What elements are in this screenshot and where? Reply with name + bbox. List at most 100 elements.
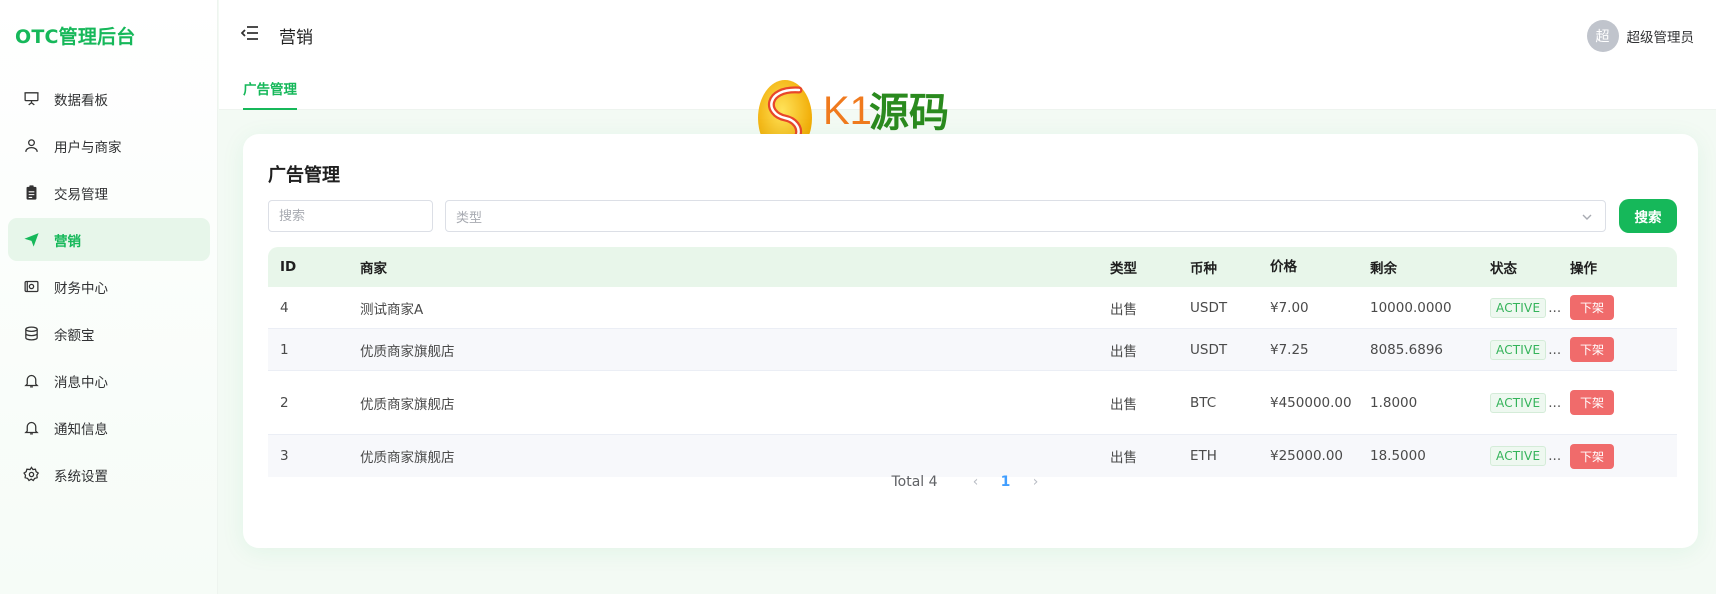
tab-ad-management[interactable]: 广告管理 — [243, 78, 297, 110]
tab-bar: 广告管理 — [219, 68, 1716, 110]
search-button[interactable]: 搜索 — [1619, 199, 1677, 233]
delist-button[interactable]: 下架 — [1570, 443, 1615, 469]
column-header-status[interactable]: 状态 — [1478, 257, 1558, 277]
column-header-merchant[interactable]: 商家 — [348, 257, 1098, 277]
cell-action: 下架 — [1558, 443, 1668, 469]
cell-coin: USDT — [1190, 341, 1228, 358]
cell-action: 下架 — [1558, 390, 1668, 415]
cell-remaining: 1.8000 — [1370, 394, 1418, 411]
cell-id: 3 — [280, 448, 289, 464]
status-badge: ACTIVE — [1490, 339, 1547, 360]
delist-button[interactable]: 下架 — [1570, 295, 1615, 320]
type-select[interactable]: 类型 — [445, 200, 1606, 232]
user-menu[interactable]: 超 超级管理员 — [1586, 20, 1695, 52]
pagination-page-current[interactable]: 1 — [990, 474, 1022, 490]
cell-type: 出售 — [1110, 396, 1137, 413]
clipboard-icon — [22, 184, 40, 202]
sidebar-item-label: 余额宝 — [54, 327, 95, 344]
cell-merchant: 优质商家旗舰店 — [360, 343, 455, 360]
cell-price: ¥25000.00 — [1270, 448, 1344, 464]
search-input[interactable] — [268, 200, 433, 232]
cell-id: 1 — [280, 341, 289, 358]
cell-type: 出售 — [1110, 450, 1137, 466]
user-icon — [22, 137, 40, 155]
sidebar-item-label: 用户与商家 — [54, 139, 122, 156]
watermark-text: K1 — [823, 89, 872, 133]
cell-remaining: 8085.6896 — [1370, 341, 1444, 358]
cell-action: 下架 — [1558, 295, 1668, 320]
watermark-text: 源码 — [869, 90, 949, 136]
user-name[interactable]: 超级管理员 — [1627, 26, 1695, 46]
cell-remaining: 10000.0000 — [1370, 299, 1452, 316]
cell-status: ACTIVE... — [1478, 297, 1561, 318]
table-header: ID 商家 类型 币种 价格 剩余 状态 操作 — [268, 247, 1677, 287]
table-row[interactable]: 4 测试商家A 出售 USDT ¥7.00 10000.0000 ACTIVE.… — [268, 287, 1677, 329]
sidebar-item-label: 营销 — [54, 233, 81, 250]
column-header-type[interactable]: 类型 — [1098, 257, 1178, 277]
column-header-id[interactable]: ID — [268, 259, 348, 275]
sidebar-item-label: 财务中心 — [54, 280, 108, 297]
type-select-placeholder: 类型 — [456, 210, 483, 226]
sidebar-item-yuebao[interactable]: 余额宝 — [8, 312, 210, 355]
cell-id: 2 — [280, 394, 289, 411]
brand-title: OTC管理后台 — [15, 26, 136, 48]
delist-button[interactable]: 下架 — [1570, 337, 1615, 362]
sidebar-item-finance[interactable]: 财务中心 — [8, 265, 210, 308]
coins-icon — [22, 325, 40, 343]
cell-status: ACTIVE... — [1478, 392, 1561, 413]
ad-table: ID 商家 类型 币种 价格 剩余 状态 操作 4 测试商家A 出售 USDT … — [268, 247, 1677, 477]
cell-id: 4 — [280, 299, 289, 316]
cell-status: ACTIVE... — [1478, 339, 1561, 360]
page-title: 营销 — [279, 28, 313, 48]
top-header: 营销 超 超级管理员 — [219, 0, 1716, 68]
status-badge: ACTIVE — [1490, 392, 1547, 413]
prev-page-icon[interactable]: ‹ — [962, 474, 990, 490]
sidebar: OTC管理后台 数据看板 用户与商家 交易管理 营销 财务中心 余额宝 消息中心… — [0, 0, 218, 594]
sidebar-item-dashboard[interactable]: 数据看板 — [8, 77, 210, 120]
sidebar-item-marketing[interactable]: 营销 — [8, 218, 210, 261]
cell-merchant: 优质商家旗舰店 — [360, 396, 455, 413]
sidebar-item-label: 数据看板 — [54, 92, 108, 109]
table-row[interactable]: 1 优质商家旗舰店 出售 USDT ¥7.25 8085.6896 ACTIVE… — [268, 329, 1677, 371]
cell-price: ¥7.25 — [1270, 341, 1309, 358]
sidebar-item-settings[interactable]: 系统设置 — [8, 453, 210, 496]
menu-fold-icon[interactable] — [240, 25, 259, 41]
cell-type: 出售 — [1110, 301, 1137, 318]
pagination: Total 4 ‹ 1 › — [243, 474, 1698, 490]
table-row[interactable]: 2 优质商家旗舰店 出售 BTC ¥450000.00 1.8000 ACTIV… — [268, 371, 1677, 435]
cell-coin: USDT — [1190, 299, 1228, 316]
cell-type: 出售 — [1110, 343, 1137, 360]
sidebar-item-label: 通知信息 — [54, 421, 108, 438]
status-badge: ACTIVE — [1490, 446, 1547, 466]
send-icon — [22, 231, 40, 249]
sidebar-nav: 数据看板 用户与商家 交易管理 营销 财务中心 余额宝 消息中心 通知信息 系统… — [8, 77, 210, 500]
next-page-icon[interactable]: › — [1022, 474, 1050, 490]
card-title: 广告管理 — [268, 165, 340, 186]
cell-remaining: 18.5000 — [1370, 448, 1426, 464]
avatar[interactable]: 超 — [1586, 20, 1619, 52]
delist-button[interactable]: 下架 — [1570, 390, 1615, 415]
sidebar-item-users[interactable]: 用户与商家 — [8, 124, 210, 167]
column-header-action[interactable]: 操作 — [1558, 257, 1668, 277]
table-row[interactable]: 3 优质商家旗舰店 出售 ETH ¥25000.00 18.5000 ACTIV… — [268, 435, 1677, 477]
sidebar-item-trades[interactable]: 交易管理 — [8, 171, 210, 214]
sidebar-item-notifications[interactable]: 通知信息 — [8, 406, 210, 449]
sidebar-item-messages[interactable]: 消息中心 — [8, 359, 210, 402]
ad-management-card: 广告管理 类型 搜索 ID 商家 类型 币种 价格 剩余 状态 操作 4 测试商… — [243, 134, 1698, 548]
sidebar-item-label: 系统设置 — [54, 468, 108, 485]
cell-price: ¥450000.00 — [1270, 394, 1352, 411]
gear-icon — [22, 466, 40, 484]
sidebar-item-label: 消息中心 — [54, 374, 108, 391]
cell-coin: BTC — [1190, 394, 1217, 411]
column-header-price[interactable]: 价格 — [1258, 256, 1358, 278]
wallet-icon — [22, 278, 40, 296]
column-header-remaining[interactable]: 剩余 — [1358, 257, 1478, 277]
bell-icon — [22, 419, 40, 437]
column-header-coin[interactable]: 币种 — [1178, 257, 1258, 277]
cell-status: ACTIVE... — [1478, 446, 1561, 466]
cell-merchant: 测试商家A — [360, 301, 424, 318]
pagination-total: Total 4 — [891, 474, 938, 490]
cell-coin: ETH — [1190, 448, 1217, 464]
cell-price: ¥7.00 — [1270, 299, 1309, 316]
chevron-down-icon — [1581, 211, 1593, 223]
